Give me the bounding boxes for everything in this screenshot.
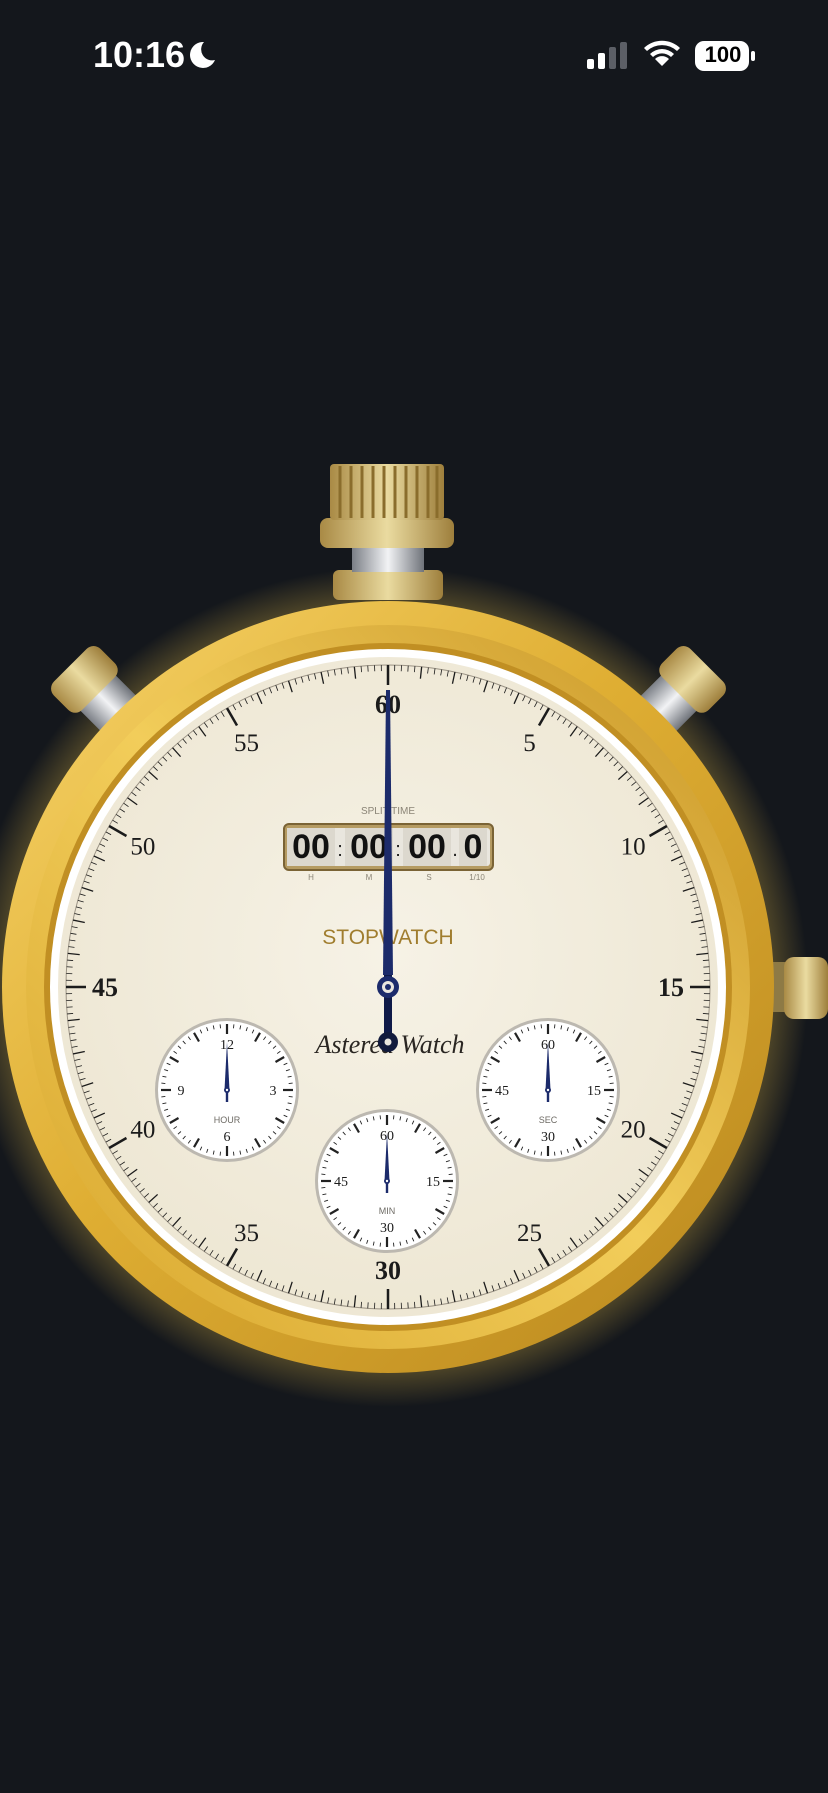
main-dial-number: 25	[517, 1220, 542, 1247]
main-dial-number: 35	[234, 1220, 259, 1247]
subdial-number: 3	[270, 1084, 277, 1099]
subdial-label: HOUR	[214, 1115, 241, 1125]
split-unit-minutes: M	[366, 873, 373, 882]
min-subdial: 60153045MIN	[315, 1109, 459, 1253]
split-minutes-digits: 00	[350, 828, 388, 866]
subdial-number: 9	[178, 1084, 185, 1099]
split-tenths-digit: 0	[464, 828, 483, 866]
main-dial-number: 20	[621, 1117, 646, 1144]
subdial-number: 15	[587, 1084, 601, 1099]
split-unit-seconds: S	[426, 873, 431, 882]
main-dial-number: 55	[234, 730, 259, 757]
split-seconds-digits: 00	[408, 828, 446, 866]
svg-text::: :	[337, 839, 343, 861]
svg-text:.: .	[452, 839, 458, 861]
crown-button[interactable]	[320, 464, 454, 600]
svg-text::: :	[395, 839, 401, 861]
subdial-number: 45	[495, 1084, 509, 1099]
subdial-number: 30	[541, 1130, 555, 1145]
subdial-number: 6	[224, 1130, 231, 1145]
main-dial-number: 45	[92, 973, 118, 1002]
main-dial-number: 40	[130, 1117, 155, 1144]
main-dial-number: 5	[523, 730, 536, 757]
main-dial-number: 30	[375, 1256, 401, 1285]
subdial-number: 15	[426, 1175, 440, 1190]
subdial-number: 45	[334, 1175, 348, 1190]
subdial-label: MIN	[379, 1206, 396, 1216]
subdial-label: SEC	[539, 1115, 558, 1125]
main-dial-number: 10	[621, 834, 646, 861]
sec-subdial: 60153045SEC	[476, 1018, 620, 1162]
side-crown-button[interactable]	[768, 957, 828, 1019]
stopwatch[interactable]: 60510152025303540455055 SPLIT TIME 00 : …	[0, 0, 828, 1793]
subdial-number: 30	[380, 1221, 394, 1236]
main-dial-number: 15	[658, 973, 684, 1002]
split-hours-digits: 00	[292, 828, 330, 866]
hour-subdial: 12369HOUR	[155, 1018, 299, 1162]
split-unit-tenths: 1/10	[469, 873, 485, 882]
main-dial-number: 50	[130, 834, 155, 861]
split-unit-hours: H	[308, 873, 314, 882]
